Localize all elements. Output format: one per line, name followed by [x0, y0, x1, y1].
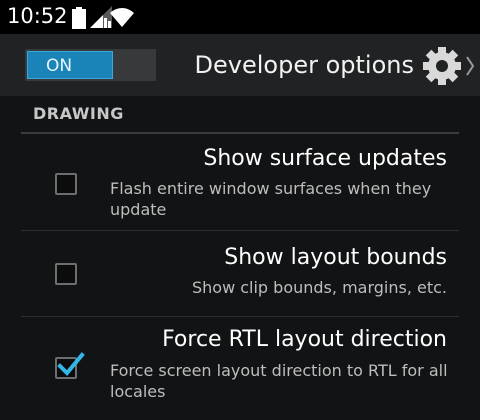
checkbox-show-surface-updates[interactable]	[55, 173, 77, 195]
section-header: DRAWING	[33, 104, 124, 123]
checkbox-force-rtl-layout[interactable]	[55, 352, 85, 379]
action-bar: ON Developer options	[0, 34, 480, 96]
settings-list: DRAWING Show surface updates Flash entir…	[0, 96, 480, 420]
caret-right-icon	[466, 56, 475, 76]
pref-row-show-surface-updates[interactable]: Show surface updates Flash entire window…	[0, 134, 480, 230]
signal-icon	[90, 6, 112, 28]
pref-summary: Flash entire window surfaces when they u…	[110, 179, 432, 219]
pref-row-show-layout-bounds[interactable]: Show layout bounds Show clip bounds, mar…	[0, 231, 480, 316]
developer-options-toggle[interactable]: ON	[25, 49, 156, 81]
status-bar: 10:52	[0, 0, 480, 34]
pref-title: Show layout bounds	[224, 245, 447, 270]
checkmark-icon	[57, 352, 85, 376]
wifi-icon	[110, 8, 134, 27]
toggle-thumb: ON	[27, 51, 113, 79]
checkbox-show-layout-bounds[interactable]	[55, 263, 77, 285]
pref-title: Force RTL layout direction	[162, 327, 447, 352]
page-title: Developer options	[194, 51, 414, 79]
battery-icon	[72, 7, 86, 29]
status-time: 10:52	[7, 4, 68, 28]
settings-gear-icon[interactable]	[422, 46, 462, 86]
pref-title: Show surface updates	[203, 146, 447, 171]
pref-summary: Force screen layout direction to RTL for…	[110, 361, 448, 401]
pref-row-force-rtl-layout[interactable]: Force RTL layout direction Force screen …	[0, 317, 480, 420]
pref-summary: Show clip bounds, margins, etc.	[191, 278, 447, 297]
toggle-label: ON	[45, 56, 73, 76]
